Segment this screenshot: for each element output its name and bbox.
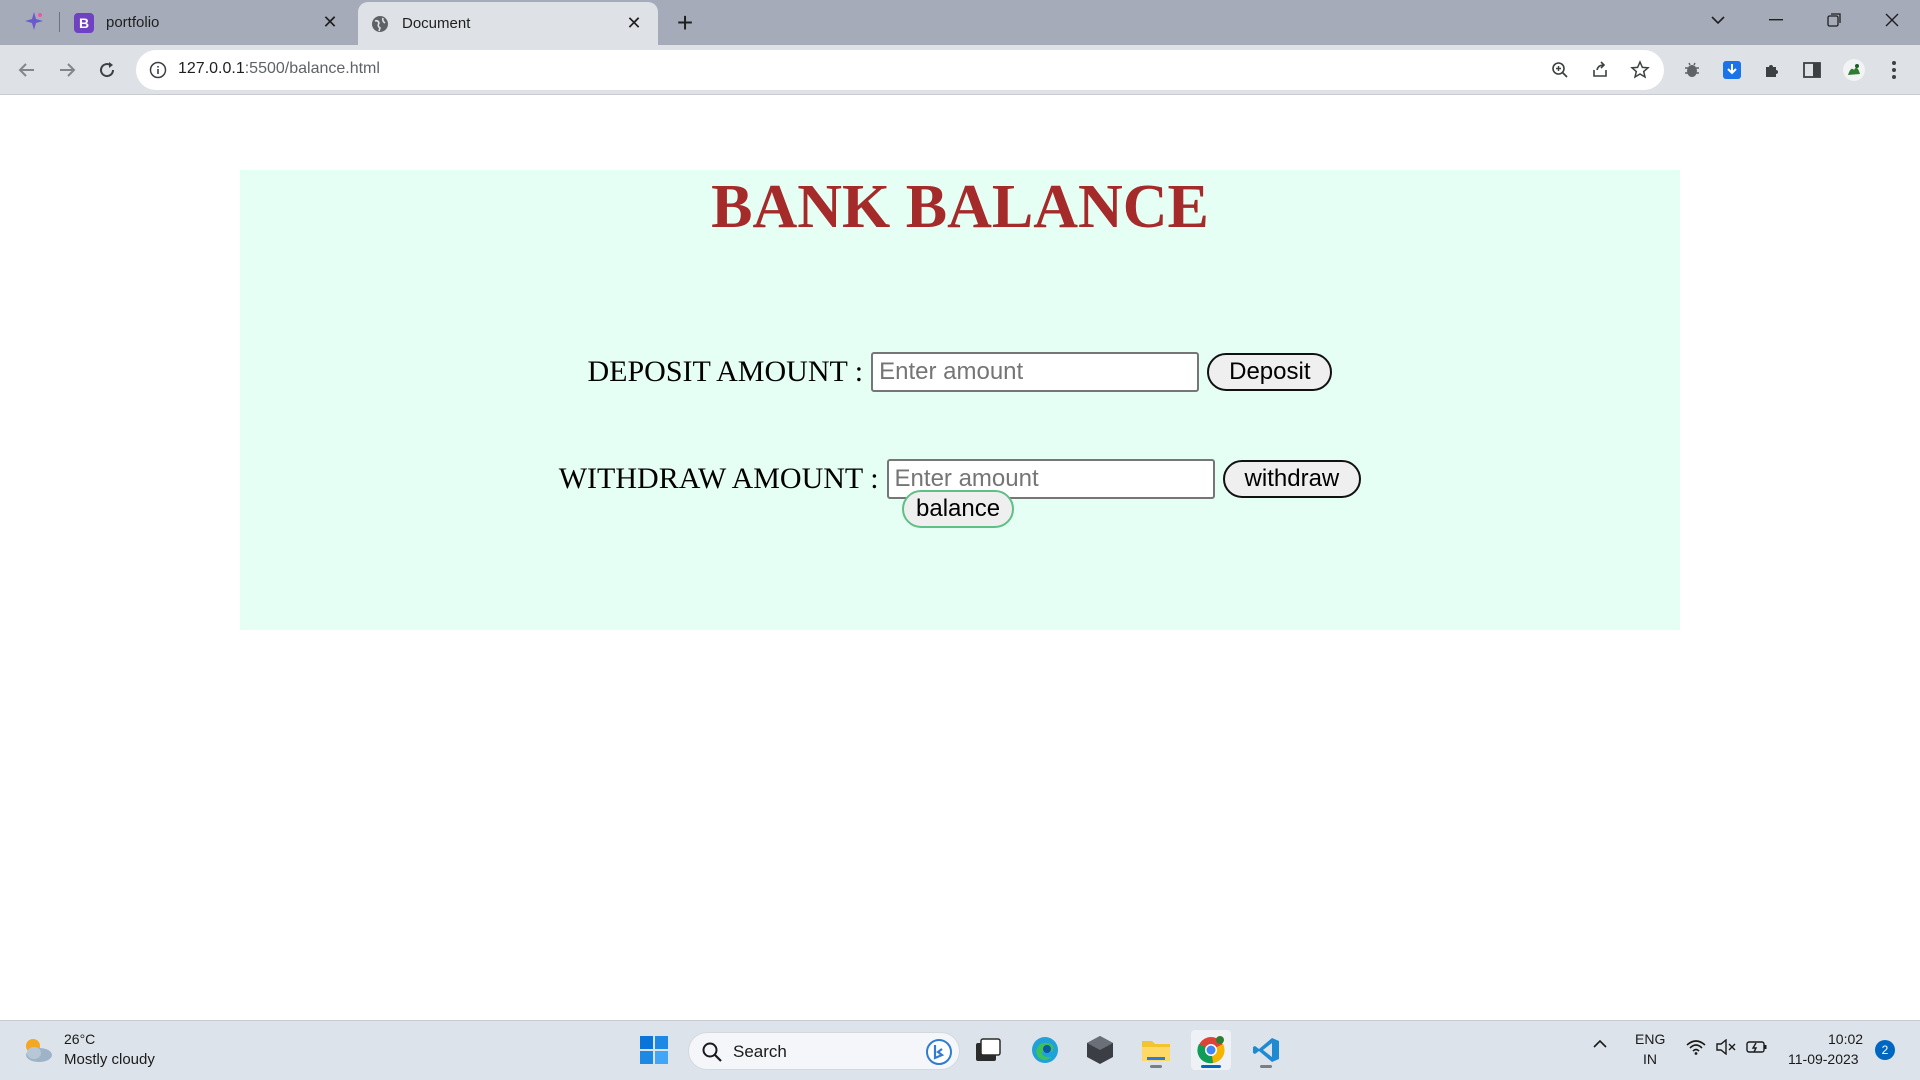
download-extension-icon[interactable] xyxy=(1720,58,1744,82)
sparkle-icon[interactable] xyxy=(22,9,46,33)
bookmark-star-icon[interactable] xyxy=(1628,58,1652,82)
tab-title: portfolio xyxy=(106,14,160,31)
clock-time[interactable]: 10:02 xyxy=(1828,1031,1863,1047)
page-viewport: BANK BALANCE DEPOSIT AMOUNT : Deposit WI… xyxy=(0,96,1920,1020)
forward-arrow-icon[interactable] xyxy=(52,55,82,85)
clock-date[interactable]: 11-09-2023 xyxy=(1788,1051,1859,1067)
page-title: BANK BALANCE xyxy=(711,173,1209,241)
withdraw-button[interactable]: withdraw xyxy=(1222,460,1362,498)
bing-icon[interactable] xyxy=(925,1038,953,1066)
tab-separator xyxy=(59,12,60,32)
edge-icon[interactable] xyxy=(1025,1030,1065,1070)
restore-icon[interactable] xyxy=(1806,0,1862,40)
window-close-icon[interactable] xyxy=(1864,0,1920,40)
balance-button[interactable]: balance xyxy=(902,490,1015,528)
region-indicator[interactable]: IN xyxy=(1643,1051,1657,1067)
tray-overflow-chevron-icon[interactable] xyxy=(1592,1037,1608,1053)
language-indicator[interactable]: ENG xyxy=(1635,1031,1665,1047)
close-icon[interactable]: ✕ xyxy=(622,12,646,36)
deposit-button[interactable]: Deposit xyxy=(1207,353,1333,391)
search-label: Search xyxy=(733,1042,787,1061)
file-explorer-indicator xyxy=(1150,1065,1162,1068)
zoom-icon[interactable] xyxy=(1548,58,1572,82)
chrome-icon[interactable] xyxy=(1191,1030,1231,1070)
app-icon[interactable] xyxy=(1080,1030,1120,1070)
bootstrap-b-icon: B xyxy=(74,12,94,33)
browser-toolbar: 127.0.0.1:5500/balance.html xyxy=(0,45,1920,95)
taskbar-search[interactable]: Search xyxy=(688,1032,960,1070)
deposit-label: DEPOSIT AMOUNT : xyxy=(587,355,864,388)
extensions-puzzle-icon[interactable] xyxy=(1760,58,1784,82)
share-icon[interactable] xyxy=(1588,58,1612,82)
close-icon[interactable]: ✕ xyxy=(318,11,342,35)
info-icon[interactable] xyxy=(148,60,168,80)
weather-cloud-icon[interactable] xyxy=(20,1035,54,1065)
windows-start-icon[interactable] xyxy=(634,1030,674,1070)
more-menu-icon[interactable] xyxy=(1882,58,1906,82)
notification-badge[interactable]: 2 xyxy=(1875,1040,1895,1060)
bootstrap-b-letter: B xyxy=(79,15,89,31)
bug-extension-icon[interactable] xyxy=(1680,58,1704,82)
wifi-icon[interactable] xyxy=(1686,1039,1706,1058)
weather-desc[interactable]: Mostly cloudy xyxy=(64,1051,155,1068)
back-arrow-icon[interactable] xyxy=(12,55,42,85)
taskbar: 26°C Mostly cloudy Search ENG IN 10:02 1… xyxy=(0,1020,1920,1080)
tab-portfolio[interactable]: B portfolio ✕ xyxy=(62,0,354,45)
url-host: 127.0.0.1 xyxy=(178,60,245,77)
new-tab-button[interactable]: + xyxy=(670,8,700,38)
vscode-icon[interactable] xyxy=(1246,1030,1286,1070)
bank-panel: BANK BALANCE DEPOSIT AMOUNT : Deposit WI… xyxy=(240,170,1680,630)
search-icon xyxy=(701,1041,723,1063)
minimize-icon[interactable] xyxy=(1748,0,1804,40)
withdraw-label: WITHDRAW AMOUNT : xyxy=(558,462,879,495)
file-explorer-icon[interactable] xyxy=(1136,1030,1176,1070)
deposit-amount-input[interactable] xyxy=(871,352,1200,392)
url-text[interactable]: 127.0.0.1:5500/balance.html xyxy=(178,60,380,78)
tab-title: Document xyxy=(402,15,471,32)
task-view-icon[interactable] xyxy=(968,1030,1008,1070)
tab-strip: B portfolio ✕ Document ✕ + xyxy=(0,0,1920,45)
tab-search-chevron-icon[interactable] xyxy=(1690,0,1746,40)
tab-document[interactable]: Document ✕ xyxy=(358,2,658,45)
address-bar[interactable]: 127.0.0.1:5500/balance.html xyxy=(136,50,1664,90)
profile-avatar-icon[interactable] xyxy=(1842,58,1866,82)
weather-temp[interactable]: 26°C xyxy=(64,1031,95,1047)
deposit-row: DEPOSIT AMOUNT : Deposit xyxy=(240,352,1680,392)
url-path: :5500/balance.html xyxy=(244,60,380,77)
globe-icon xyxy=(370,14,390,34)
battery-icon[interactable] xyxy=(1746,1039,1768,1058)
reload-icon[interactable] xyxy=(92,55,122,85)
chrome-active-indicator xyxy=(1201,1065,1221,1068)
vscode-indicator xyxy=(1260,1065,1272,1068)
volume-muted-icon[interactable] xyxy=(1716,1038,1736,1058)
side-panel-icon[interactable] xyxy=(1800,58,1824,82)
